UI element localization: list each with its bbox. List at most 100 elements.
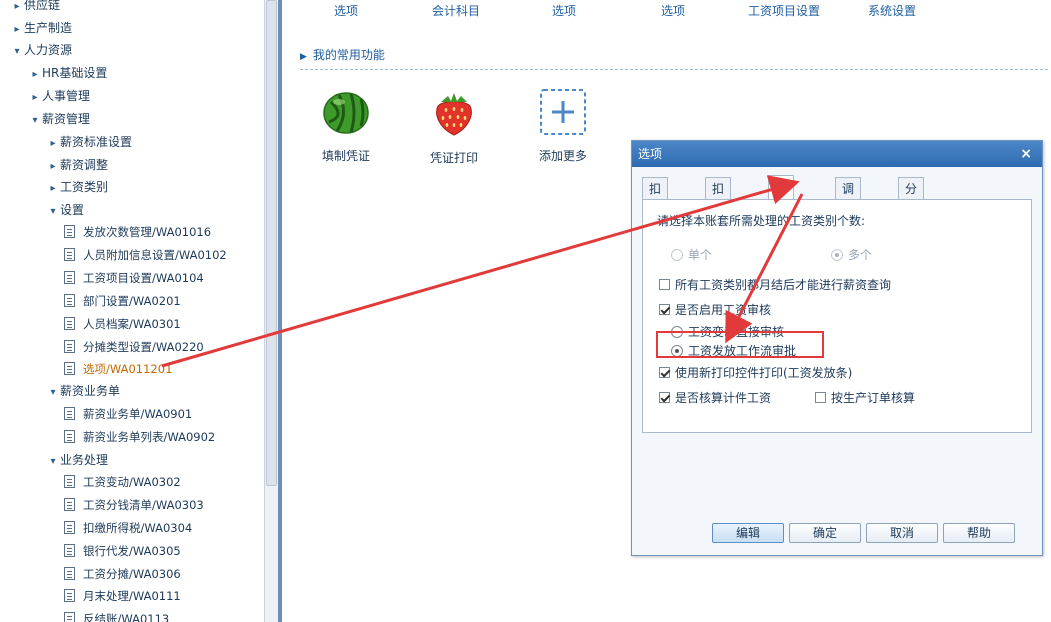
- chevron-right-icon[interactable]: ▸: [10, 20, 24, 40]
- radio-button[interactable]: [671, 249, 683, 261]
- checkbox-enable-audit[interactable]: 是否启用工资审核: [659, 301, 771, 318]
- tree-item-business[interactable]: ▾ 业务处理: [46, 450, 108, 470]
- help-button[interactable]: 帮助: [943, 523, 1015, 543]
- tree-leaf[interactable]: 月末处理/WA0111: [64, 586, 181, 606]
- radio-button[interactable]: [831, 249, 843, 261]
- chevron-down-icon[interactable]: ▾: [10, 42, 24, 62]
- chevron-right-icon[interactable]: ▸: [46, 179, 60, 199]
- ok-button[interactable]: 确定: [789, 523, 861, 543]
- chevron-right-icon[interactable]: ▸: [28, 65, 42, 85]
- checkbox[interactable]: [659, 279, 670, 290]
- tab-exchange-rate[interactable]: 调整汇率: [835, 177, 862, 262]
- annotation-highlight-box: [656, 331, 824, 358]
- tree-item-personnel[interactable]: ▸ 人事管理: [28, 86, 90, 106]
- top-menu-options[interactable]: 选项: [334, 2, 358, 19]
- tree-item-settings[interactable]: ▾ 设置: [46, 200, 84, 220]
- top-menu-options-2[interactable]: 选项: [552, 2, 576, 19]
- tree-leaf[interactable]: 银行代发/WA0305: [64, 541, 181, 561]
- chevron-down-icon[interactable]: ▾: [46, 452, 60, 472]
- favorite-add-more[interactable]: 添加更多: [523, 88, 603, 164]
- tree-item-hr[interactable]: ▾ 人力资源: [10, 40, 72, 60]
- document-icon: [64, 317, 75, 330]
- favorite-voucher-print[interactable]: 凭证打印: [414, 88, 494, 166]
- checkbox-production-order[interactable]: 按生产订单核算: [815, 389, 915, 406]
- checkbox-piece-wage[interactable]: 是否核算计件工资: [659, 389, 771, 406]
- tree-item-hr-basic[interactable]: ▸ HR基础设置: [28, 63, 107, 83]
- chevron-right-icon[interactable]: ▸: [28, 88, 42, 108]
- tree-leaf[interactable]: 扣缴所得税/WA0304: [64, 518, 192, 538]
- document-icon: [64, 544, 75, 557]
- tree-item-salary-standard[interactable]: ▸ 薪资标准设置: [46, 132, 132, 152]
- document-icon: [64, 612, 75, 622]
- cancel-button[interactable]: 取消: [866, 523, 938, 543]
- favorites-heading: ▶ 我的常用功能: [300, 48, 385, 62]
- document-icon: [64, 248, 75, 261]
- checkbox[interactable]: [815, 392, 826, 403]
- checkbox-new-print[interactable]: 使用新打印控件打印(工资发放条): [659, 364, 852, 381]
- favorite-voucher-entry[interactable]: 填制凭证: [306, 88, 386, 164]
- tab-tax[interactable]: 扣税设置: [705, 177, 732, 262]
- edit-button[interactable]: 编辑: [712, 523, 784, 543]
- tree-item-manufacturing[interactable]: ▸ 生产制造: [10, 18, 72, 38]
- top-menu-options-3[interactable]: 选项: [661, 2, 685, 19]
- tree-item-salary-adjust[interactable]: ▸ 薪资调整: [46, 155, 108, 175]
- tree-leaf[interactable]: 分摊类型设置/WA0220: [64, 337, 204, 357]
- triangle-right-icon: ▶: [300, 52, 307, 62]
- watermelon-icon: [323, 92, 369, 134]
- document-icon: [64, 589, 75, 602]
- chevron-right-icon[interactable]: ▸: [10, 0, 24, 17]
- tree-leaf[interactable]: 反结账/WA0113: [64, 609, 169, 622]
- tree-leaf[interactable]: 人员档案/WA0301: [64, 314, 181, 334]
- close-icon[interactable]: ×: [1020, 141, 1032, 167]
- document-icon: [64, 407, 75, 420]
- tree-leaf[interactable]: 人员附加信息设置/WA0102: [64, 245, 227, 265]
- tab-segment-pay[interactable]: 分段计薪: [898, 177, 925, 262]
- checkbox[interactable]: [659, 392, 670, 403]
- chevron-right-icon[interactable]: ▸: [46, 134, 60, 154]
- tree-leaf[interactable]: 部门设置/WA0201: [64, 291, 181, 311]
- tree-item-wage-category[interactable]: ▸ 工资类别: [46, 177, 108, 197]
- top-menu-accounts[interactable]: 会计科目: [432, 2, 480, 19]
- document-icon: [64, 521, 75, 534]
- chevron-down-icon[interactable]: ▾: [46, 202, 60, 222]
- tree-item-payroll-doc[interactable]: ▾ 薪资业务单: [46, 381, 120, 401]
- tree-leaf[interactable]: 工资变动/WA0302: [64, 472, 181, 492]
- category-prompt: 请选择本账套所需处理的工资类别个数:: [657, 214, 866, 228]
- tree-item-supply-chain[interactable]: ▸ 供应链: [10, 0, 60, 15]
- tree-leaf[interactable]: 工资分摊/WA0306: [64, 564, 181, 584]
- radio-single[interactable]: 单个: [671, 246, 712, 263]
- top-menu-wage-items[interactable]: 工资项目设置: [748, 2, 820, 19]
- checkbox-month-end-query[interactable]: 所有工资类别都月结后才能进行薪资查询: [659, 276, 891, 293]
- chevron-down-icon[interactable]: ▾: [28, 111, 42, 131]
- add-icon: [540, 89, 586, 135]
- checkbox[interactable]: [659, 304, 670, 315]
- tab-deduction[interactable]: 扣零设置: [642, 177, 669, 262]
- tree-leaf-options-selected[interactable]: 选项/WA011201: [64, 359, 172, 379]
- scrollbar-thumb[interactable]: [266, 0, 277, 486]
- navigation-tree: ▸ 供应链 ▸ 生产制造 ▾ 人力资源 ▸ HR基础设置 ▸ 人事管理 ▾ 薪资管理 ▸ 薪资…: [0, 0, 264, 622]
- tree-leaf[interactable]: 发放次数管理/WA01016: [64, 222, 211, 242]
- document-icon: [64, 294, 75, 307]
- document-icon: [64, 498, 75, 511]
- strawberry-icon: [436, 93, 472, 136]
- tab-parameters[interactable]: 参数设置: [768, 175, 795, 260]
- dialog-title-bar[interactable]: 选项 ×: [632, 141, 1042, 167]
- chevron-right-icon[interactable]: ▸: [46, 157, 60, 177]
- document-icon: [64, 475, 75, 488]
- checkbox[interactable]: [659, 367, 670, 378]
- top-menu-system-settings[interactable]: 系统设置: [868, 2, 916, 19]
- document-icon: [64, 340, 75, 353]
- tree-leaf[interactable]: 薪资业务单/WA0901: [64, 404, 192, 424]
- document-icon: [64, 362, 75, 375]
- chevron-down-icon[interactable]: ▾: [46, 383, 60, 403]
- radio-multi[interactable]: 多个: [831, 246, 872, 263]
- document-icon: [64, 430, 75, 443]
- tree-scrollbar[interactable]: [264, 0, 278, 622]
- tree-item-payroll[interactable]: ▾ 薪资管理: [28, 109, 90, 129]
- document-icon: [64, 225, 75, 238]
- tree-leaf[interactable]: 薪资业务单列表/WA0902: [64, 427, 215, 447]
- tree-leaf[interactable]: 工资项目设置/WA0104: [64, 268, 204, 288]
- divider: [300, 69, 1048, 70]
- tree-leaf[interactable]: 工资分钱清单/WA0303: [64, 495, 204, 515]
- document-icon: [64, 271, 75, 284]
